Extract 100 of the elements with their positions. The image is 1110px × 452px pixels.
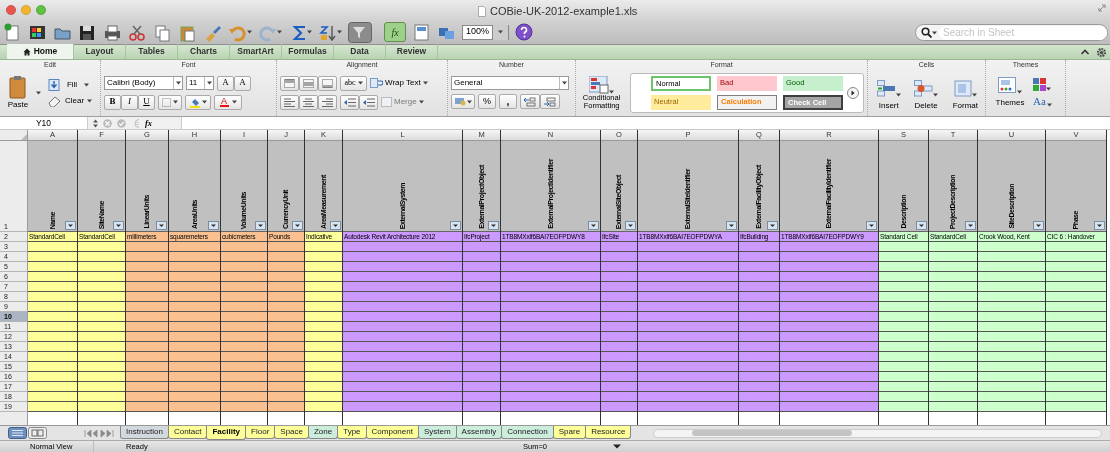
money-icon bbox=[454, 97, 466, 106]
number-format-field[interactable]: General bbox=[451, 76, 569, 90]
copy-icon[interactable] bbox=[153, 22, 172, 42]
theme-fonts-button[interactable]: Aa bbox=[1033, 95, 1052, 107]
ribbon-tab[interactable]: Formulas bbox=[282, 44, 334, 59]
sheet-tab[interactable]: Resource bbox=[585, 425, 632, 439]
filter-dropdown-icon[interactable] bbox=[767, 221, 778, 230]
align-right-button[interactable] bbox=[318, 94, 337, 110]
comma-button[interactable]: , bbox=[499, 94, 517, 109]
center-button[interactable] bbox=[299, 94, 318, 110]
collapse-icon[interactable] bbox=[1080, 47, 1090, 57]
formula-builder-button[interactable]: fx bbox=[384, 22, 406, 42]
ribbon-tab[interactable]: Review bbox=[386, 44, 438, 59]
filter-dropdown-icon[interactable] bbox=[156, 221, 167, 230]
more-styles-icon[interactable] bbox=[847, 86, 859, 99]
ribbon-tab[interactable]: Data bbox=[334, 44, 386, 59]
filter-dropdown-icon[interactable] bbox=[113, 221, 124, 230]
ribbon-tab[interactable]: SmartArt bbox=[230, 44, 282, 59]
fill-button[interactable]: Fill bbox=[48, 78, 93, 91]
filter-dropdown-icon[interactable] bbox=[1094, 221, 1105, 230]
settings-icon[interactable] bbox=[1096, 47, 1107, 58]
sheet-tab[interactable]: Space bbox=[274, 425, 309, 439]
decrease-indent-button[interactable] bbox=[340, 94, 359, 110]
zoom-field[interactable]: 100% bbox=[462, 24, 510, 40]
ribbon-tab[interactable]: Layout bbox=[74, 44, 126, 59]
ribbon-tab[interactable]: Charts bbox=[178, 44, 230, 59]
underline-button[interactable]: U bbox=[138, 94, 155, 110]
page-layout-view-icon[interactable] bbox=[28, 427, 47, 439]
ribbon-tab[interactable]: Home bbox=[7, 44, 74, 59]
caret-icon bbox=[36, 90, 41, 95]
sheet-tab[interactable]: System bbox=[417, 425, 457, 439]
sheet-tab[interactable]: Connection bbox=[501, 425, 554, 439]
align-middle-button[interactable] bbox=[299, 75, 318, 91]
italic-button[interactable]: I bbox=[121, 94, 138, 110]
sheet-tab[interactable]: Floor bbox=[245, 425, 276, 439]
sheet-tab[interactable]: Assembly bbox=[455, 425, 503, 439]
sheet-tab[interactable]: Spare bbox=[552, 425, 587, 439]
clear-button[interactable]: Clear bbox=[48, 94, 93, 107]
shrink-font-button[interactable]: A bbox=[234, 75, 251, 91]
currency-button[interactable] bbox=[451, 94, 475, 109]
filter-dropdown-icon[interactable] bbox=[625, 221, 636, 230]
font-name-field[interactable]: Calibri (Body) bbox=[104, 76, 183, 90]
ribbon-tab[interactable]: Tables bbox=[126, 44, 178, 59]
align-left-button[interactable] bbox=[280, 94, 299, 110]
borders-button[interactable] bbox=[158, 94, 182, 110]
filter-dropdown-icon[interactable] bbox=[866, 221, 877, 230]
filter-dropdown-icon[interactable] bbox=[450, 221, 461, 230]
bold-button[interactable]: B bbox=[104, 94, 121, 110]
align-top-button[interactable] bbox=[280, 75, 299, 91]
scrollbar-thumb[interactable] bbox=[692, 430, 853, 436]
print-icon[interactable] bbox=[103, 22, 122, 42]
cells-insert-button[interactable]: Insert bbox=[874, 79, 904, 112]
sheet-tab[interactable]: Facility bbox=[206, 425, 247, 440]
close-button[interactable] bbox=[6, 5, 16, 15]
theme-colors-icon[interactable] bbox=[1033, 78, 1047, 91]
zoom-dropdown[interactable] bbox=[492, 24, 509, 40]
increase-indent-button[interactable] bbox=[359, 94, 378, 110]
filter-dropdown-icon[interactable] bbox=[330, 221, 341, 230]
cells-format-button[interactable]: Format bbox=[948, 79, 982, 112]
sheet-tab[interactable]: Zone bbox=[308, 425, 339, 439]
filter-dropdown-icon[interactable] bbox=[965, 221, 976, 230]
grow-font-button[interactable]: A bbox=[217, 75, 234, 91]
cells-delete-button[interactable]: Delete bbox=[909, 79, 943, 112]
filter-icon[interactable] bbox=[348, 21, 372, 43]
paste-button[interactable]: Paste bbox=[3, 74, 33, 111]
percent-button[interactable]: % bbox=[478, 94, 496, 109]
filter-dropdown-icon[interactable] bbox=[255, 221, 266, 230]
formula-field[interactable] bbox=[181, 117, 1110, 129]
stepper-icon[interactable] bbox=[93, 118, 98, 128]
align-bottom-button[interactable] bbox=[318, 75, 337, 91]
sheet-navigation-icon[interactable] bbox=[84, 428, 116, 438]
font-size-field[interactable]: 11 bbox=[186, 76, 214, 90]
filter-dropdown-icon[interactable] bbox=[588, 221, 599, 230]
themes-button[interactable]: Themes bbox=[993, 76, 1027, 109]
function-button[interactable]: fx bbox=[145, 116, 153, 130]
decrease-decimal-button[interactable] bbox=[540, 94, 560, 109]
sheet-tab[interactable]: Contact bbox=[167, 425, 208, 439]
filter-dropdown-icon[interactable] bbox=[488, 221, 499, 230]
orientation-button[interactable]: abc bbox=[340, 75, 367, 91]
increase-decimal-button[interactable] bbox=[520, 94, 540, 109]
dropdown-icon[interactable] bbox=[613, 444, 621, 449]
help-icon[interactable] bbox=[515, 23, 534, 41]
filter-dropdown-icon[interactable] bbox=[65, 221, 76, 230]
filter-dropdown-icon[interactable] bbox=[292, 221, 303, 230]
normal-view-icon[interactable] bbox=[8, 427, 27, 439]
fill-color-button[interactable] bbox=[185, 94, 211, 110]
new-document-icon[interactable] bbox=[3, 22, 22, 42]
sheet-tab[interactable]: Component bbox=[365, 425, 419, 439]
filter-dropdown-icon[interactable] bbox=[1033, 221, 1044, 230]
caret-icon bbox=[337, 30, 342, 34]
align-bottom-icon bbox=[322, 78, 333, 88]
sheet-tab[interactable]: Instruction bbox=[120, 425, 169, 439]
name-box[interactable]: Y10 bbox=[0, 117, 88, 129]
filter-dropdown-icon[interactable] bbox=[208, 221, 219, 230]
filter-dropdown-icon[interactable] bbox=[916, 221, 927, 230]
filter-dropdown-icon[interactable] bbox=[726, 221, 737, 230]
font-color-button[interactable]: A bbox=[214, 94, 242, 110]
sheet-tab[interactable]: Type bbox=[337, 425, 367, 439]
fullscreen-icon[interactable] bbox=[1098, 4, 1106, 12]
wrap-text-button[interactable]: Wrap Text bbox=[370, 77, 428, 89]
